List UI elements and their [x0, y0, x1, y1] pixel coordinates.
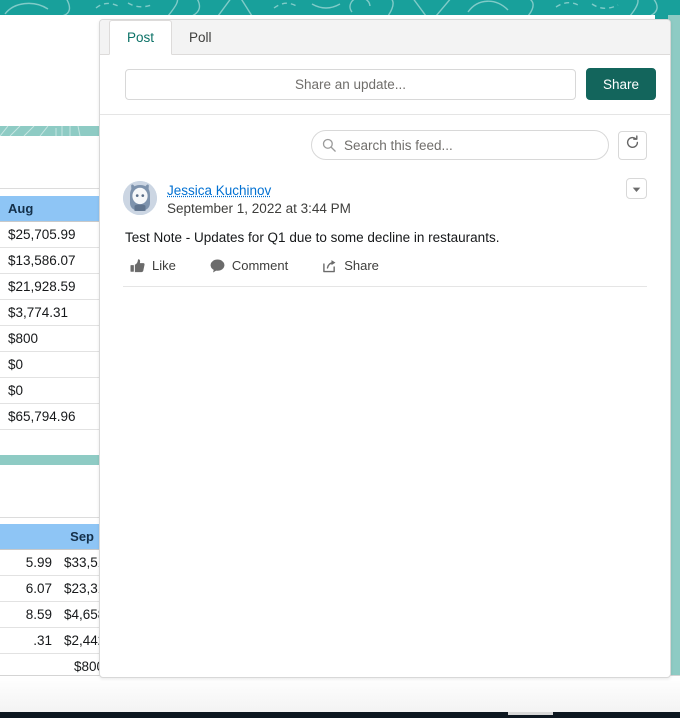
comment-action-button[interactable]: Comment	[210, 258, 288, 273]
table-cell-amount: $65,794.96	[0, 403, 104, 430]
background-table-sep: Sep 5.99$33,5106.07$23,3188.59$4,658.31$…	[0, 524, 104, 680]
search-feed-box	[311, 130, 609, 160]
share-action-label: Share	[344, 258, 379, 273]
table-cell-amount-clipped: 8.59	[0, 601, 56, 628]
screen-root: Aug $25,705.99 $13,586.07 $21,928.59 $3,774…	[0, 0, 680, 718]
table-header-row: Sep	[0, 524, 104, 550]
thumbs-up-icon	[130, 258, 145, 273]
chevron-down-icon	[632, 180, 641, 198]
tab-post[interactable]: Post	[109, 20, 173, 55]
table-cell-amount: $2,442	[56, 627, 104, 654]
column-header-blank	[0, 524, 56, 550]
table-cell-amount: $33,510	[56, 549, 104, 576]
table-row: $0	[0, 351, 104, 378]
background-bottom-strip	[0, 675, 680, 716]
default-user-avatar-icon[interactable]	[123, 181, 157, 215]
share-button[interactable]: Share	[586, 68, 656, 100]
background-card-2	[0, 465, 104, 518]
table-cell-amount: $25,705.99	[0, 221, 104, 248]
post-action-bar: Like Comment Share	[123, 247, 647, 276]
feed-panel: Post Poll Share an update... Share Searc…	[99, 19, 671, 678]
feed-post-item: Jessica Kuchinov September 1, 2022 at 3:…	[123, 173, 647, 287]
table-cell-amount: $0	[0, 351, 104, 378]
refresh-icon	[625, 135, 640, 155]
like-action-label: Like	[152, 258, 176, 273]
like-action-button[interactable]: Like	[130, 258, 176, 273]
search-feed-input[interactable]	[311, 130, 609, 160]
column-header-aug: Aug	[0, 196, 104, 222]
comment-bubble-icon	[210, 259, 225, 273]
post-body-text: Test Note - Updates for Q1 due to some d…	[125, 230, 500, 245]
table-row: $800	[0, 325, 104, 352]
column-header-sep: Sep	[56, 524, 104, 550]
post-timestamp: September 1, 2022 at 3:44 PM	[167, 201, 351, 216]
tab-poll-label: Poll	[189, 29, 212, 45]
table-cell-amount-clipped: 5.99	[0, 549, 56, 576]
refresh-feed-button[interactable]	[618, 130, 647, 160]
table-row: $65,794.96	[0, 403, 104, 430]
table-cell-amount: $800	[0, 325, 104, 352]
table-row: $13,586.07	[0, 247, 104, 274]
share-update-input[interactable]	[125, 68, 576, 100]
table-row: 5.99$33,510	[0, 549, 104, 576]
feed-tab-strip: Post Poll	[100, 20, 670, 55]
top-teal-banner	[0, 0, 680, 15]
table-cell-amount: $13,586.07	[0, 247, 104, 274]
table-row: 8.59 $4,658	[0, 601, 104, 628]
table-cell-amount: $0	[0, 377, 104, 404]
share-action-button[interactable]: Share	[322, 258, 379, 273]
table-cell-amount-clipped: .31	[0, 627, 56, 654]
post-header: Jessica Kuchinov September 1, 2022 at 3:…	[123, 181, 647, 218]
background-card-1	[0, 136, 104, 189]
background-table-aug: Aug $25,705.99 $13,586.07 $21,928.59 $3,774…	[0, 196, 104, 430]
post-meta: Jessica Kuchinov September 1, 2022 at 3:…	[167, 181, 351, 218]
tab-post-label: Post	[127, 30, 155, 45]
background-bottom-edge	[0, 712, 680, 718]
table-row: .31 $2,442	[0, 627, 104, 654]
post-author-link[interactable]: Jessica Kuchinov	[167, 182, 271, 199]
table-row: $3,774.31	[0, 299, 104, 326]
table-row: $0	[0, 377, 104, 404]
table-cell-amount: $21,928.59	[0, 273, 104, 300]
share-arrow-icon	[322, 259, 337, 273]
feed-search-row	[100, 115, 670, 173]
comment-action-label: Comment	[231, 258, 289, 273]
background-bottom-light-segment	[508, 712, 553, 715]
post-menu-button[interactable]	[626, 178, 647, 199]
table-cell-amount: $3,774.31	[0, 299, 104, 326]
table-cell-amount: $23,318	[56, 575, 104, 602]
table-row: 6.07$23,318	[0, 575, 104, 602]
table-header-row: Aug	[0, 196, 104, 222]
table-cell-amount: $4,658	[56, 601, 104, 628]
post-composer: Share	[100, 55, 670, 115]
table-cell-amount-clipped: 6.07	[0, 575, 56, 602]
table-row: $25,705.99	[0, 221, 104, 248]
tab-poll[interactable]: Poll	[172, 20, 229, 54]
table-row: $21,928.59	[0, 273, 104, 300]
